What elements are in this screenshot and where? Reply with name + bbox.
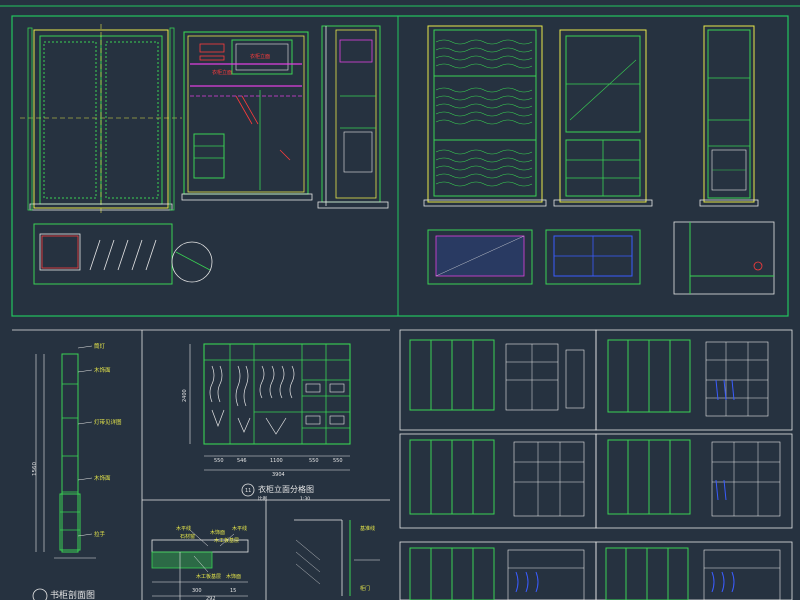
callout-wood-panel: 木饰面 [210, 529, 225, 536]
plan-strip-left [33, 223, 213, 285]
callout-handle: 拉手 [94, 530, 106, 538]
callout-wood-panel-2: 木饰面 [226, 573, 241, 580]
wardrobe-total-width: 3904 [272, 472, 285, 478]
section-dim-1: 300 [192, 588, 202, 594]
wardrobe-seg-4: 550 [309, 458, 319, 464]
plan-strip-right [673, 221, 775, 295]
wardrobe-title-number: 11 [245, 488, 251, 494]
elevation-wavy-panels [423, 25, 547, 207]
thumbnail-grid [399, 329, 793, 600]
wardrobe-scale: 1:30 [300, 496, 310, 502]
callout-led-strip: 灯带见详图 [94, 418, 122, 426]
callout-sill-right: 木平线 [232, 525, 247, 532]
section-tall [317, 25, 389, 209]
wardrobe-seg-3: 1100 [270, 458, 283, 464]
wardrobe-title-block: 11 衣柜立面分格图 比例 1:30 [241, 483, 314, 502]
bookcase-height-dim: 1560 [32, 462, 38, 476]
callout-far-right: 基准线 [360, 525, 375, 532]
section-total-dim: 292 [206, 596, 216, 600]
bookcase-title: 书柜剖面图 [50, 589, 95, 600]
wardrobe-seg-1: 550 [214, 458, 224, 464]
elevation-double-door [20, 24, 182, 214]
red-tag-1: 衣柜立面 [250, 53, 270, 60]
callout-sill-left: 石材窗 [180, 533, 195, 540]
callout-wood-trim-2: 木饰面 [94, 474, 111, 482]
wardrobe-height-dim: 2400 [182, 389, 188, 402]
elevation-narrow-cabinet [699, 25, 759, 207]
wardrobe-seg-5: 550 [333, 458, 343, 464]
callout-sill-top: 木平线 [176, 525, 191, 532]
section-dim-2: 15 [230, 588, 236, 594]
elevation-mirror-cabinet [553, 29, 653, 207]
wardrobe-seg-2: 546 [237, 458, 247, 464]
callout-plywood-base: 木工板基层 [214, 537, 239, 544]
bookcase-section [35, 353, 96, 559]
red-tag-2: 衣柜立面 [212, 69, 232, 76]
bookcase-title-block: 书柜剖面图 [32, 588, 95, 600]
top-sheet-frame [11, 15, 789, 317]
wardrobe-title: 衣柜立面分格图 [258, 484, 314, 494]
callout-plywood-base-2: 木工板基层 [196, 573, 221, 580]
elevation-open-interior: 衣柜立面 衣柜立面 [181, 31, 313, 201]
wardrobe-scale-label: 比例 [258, 495, 267, 502]
wardrobe-elevation [189, 343, 351, 471]
plan-strip-middle-1 [427, 229, 533, 285]
plan-strip-middle-2 [545, 229, 641, 285]
callout-top-lamp: 筒灯 [94, 342, 106, 350]
callout-detail-note: 柜门 [360, 585, 370, 592]
cad-drawing-sheet: 衣柜立面 衣柜立面 1560 筒灯 木饰面 灯带见详图 木饰面 拉手 书柜剖面图… [0, 5, 800, 600]
callout-wood-trim: 木饰面 [94, 366, 111, 374]
